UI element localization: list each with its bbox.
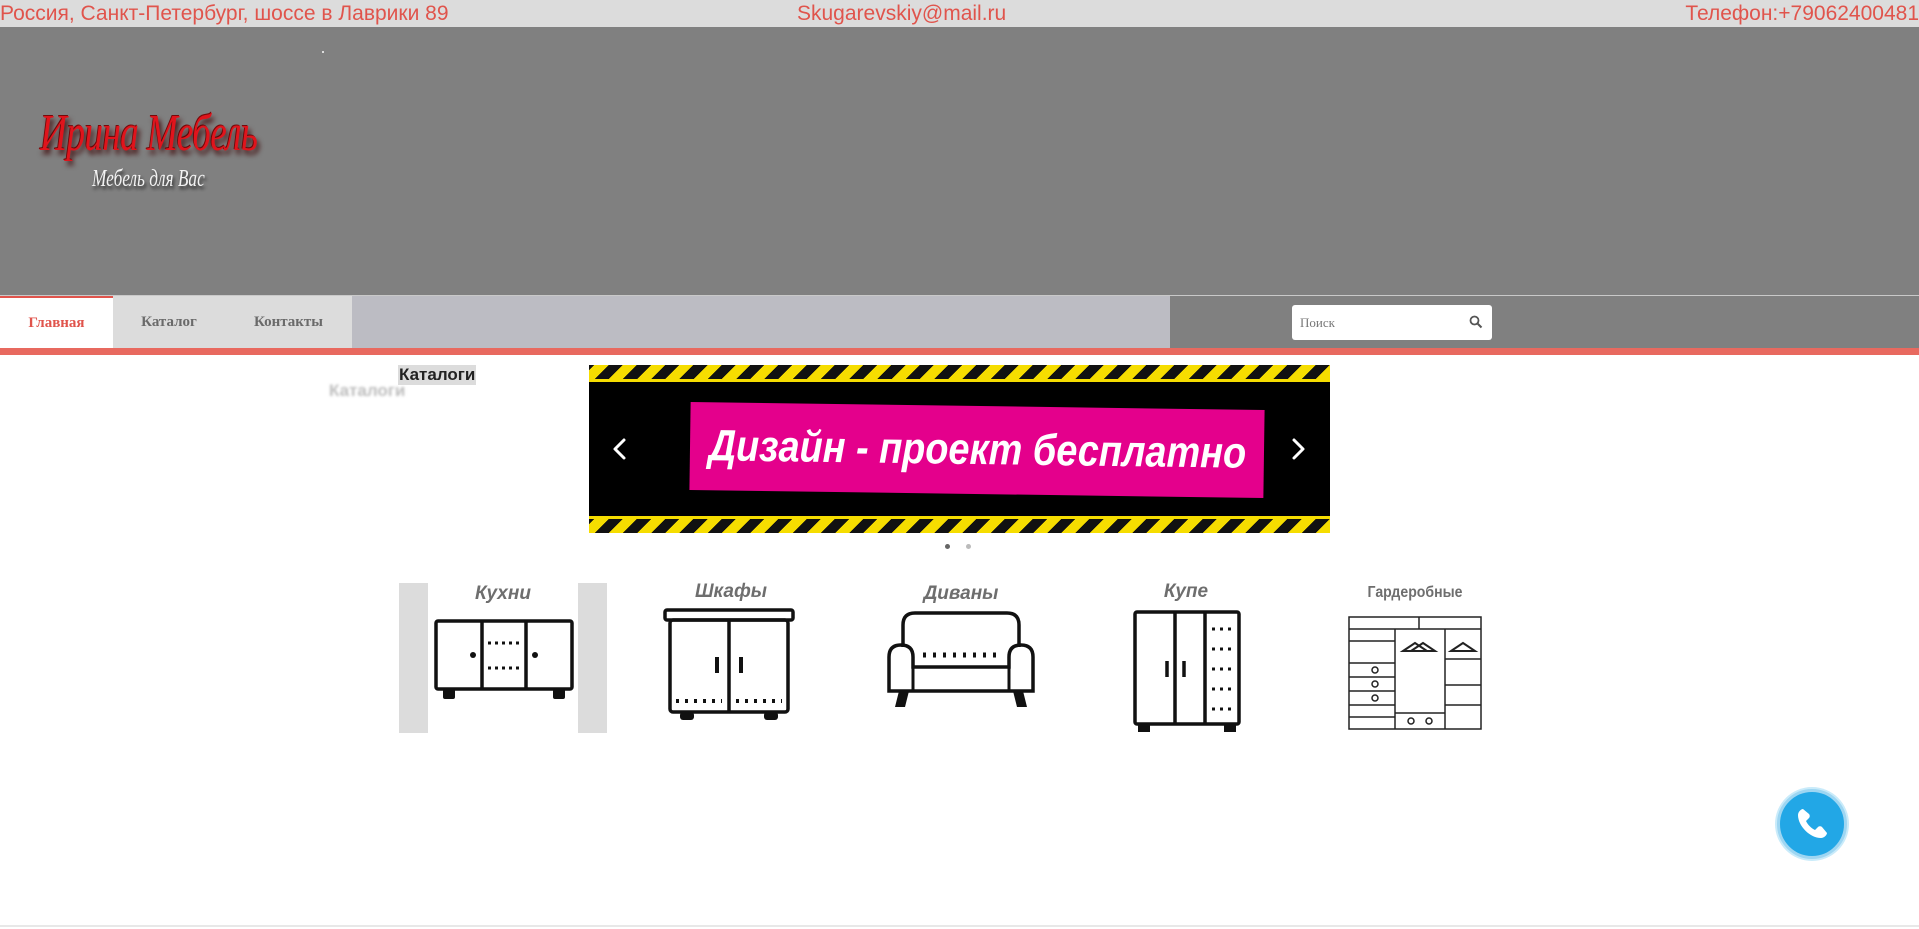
logo[interactable]: Ирина Мебель Мебель для Вас <box>40 104 258 234</box>
slider-dot-2[interactable] <box>966 544 971 549</box>
nav-search-area <box>352 296 1492 348</box>
category-label: Гардеробные <box>1367 584 1463 601</box>
sliding-wardrobe-icon <box>1133 610 1241 732</box>
nav-right-filler <box>1170 296 1919 348</box>
search-icon[interactable] <box>1468 314 1484 330</box>
main-navigation: Главная Каталог Контакты <box>0 296 1919 348</box>
nav-accent-line <box>0 348 1919 355</box>
category-coupe[interactable]: Купе <box>1130 581 1242 733</box>
phone-text[interactable]: Телефон:+79062400481 <box>1685 2 1919 26</box>
search-input[interactable] <box>1300 313 1460 333</box>
hazard-line-top <box>589 379 1330 382</box>
email-link[interactable]: Skugarevskiy@mail.ru <box>797 2 1006 26</box>
chevron-right-icon[interactable] <box>1283 434 1313 464</box>
nav-item-contacts[interactable]: Контакты <box>225 296 352 348</box>
phone-icon <box>1798 809 1827 838</box>
top-info-bar: Россия, Санкт-Петербург, шоссе в Лаврики… <box>0 0 1919 27</box>
category-label: Купе <box>1163 581 1209 602</box>
category-dressing-rooms[interactable]: Гардеробные <box>1343 583 1487 733</box>
banner-text-panel: Дизайн - проект бесплатно <box>689 401 1265 499</box>
banner-text: Дизайн - проект бесплатно <box>707 421 1247 478</box>
kitchen-cabinet-icon <box>434 619 574 699</box>
hazard-stripe-top <box>589 365 1330 379</box>
category-label: Кухни <box>475 583 531 604</box>
category-label: Диваны <box>923 583 999 604</box>
catalog-heading-shadow: Каталоги <box>329 381 406 400</box>
sofa-icon <box>887 611 1035 707</box>
header-dot <box>322 51 324 53</box>
address-text: Россия, Санкт-Петербург, шоссе в Лаврики… <box>0 2 449 25</box>
category-kitchens[interactable]: Кухни <box>399 583 607 733</box>
chevron-left-icon[interactable] <box>605 434 635 464</box>
category-sofas[interactable]: Диваны <box>879 583 1043 733</box>
search-box <box>1292 305 1492 340</box>
slider-dot-1[interactable] <box>945 544 950 549</box>
hazard-stripe-bottom <box>589 519 1330 533</box>
promo-banner-slider[interactable]: Дизайн - проект бесплатно <box>589 365 1330 533</box>
logo-title: Ирина Мебель <box>40 105 258 162</box>
nav-item-home[interactable]: Главная <box>0 296 113 348</box>
catalog-heading[interactable]: Каталоги <box>398 365 477 385</box>
logo-subtitle: Мебель для Вас <box>92 166 205 192</box>
page-bottom-line <box>0 925 1919 927</box>
call-button[interactable] <box>1777 789 1847 859</box>
nav-item-catalog[interactable]: Каталог <box>113 296 225 348</box>
dressing-room-icon <box>1348 616 1482 730</box>
category-label: Шкафы <box>694 581 768 602</box>
category-wardrobes[interactable]: Шкафы <box>662 581 800 733</box>
wardrobe-icon <box>663 608 795 720</box>
site-header: Ирина Мебель Мебель для Вас <box>0 27 1919 296</box>
